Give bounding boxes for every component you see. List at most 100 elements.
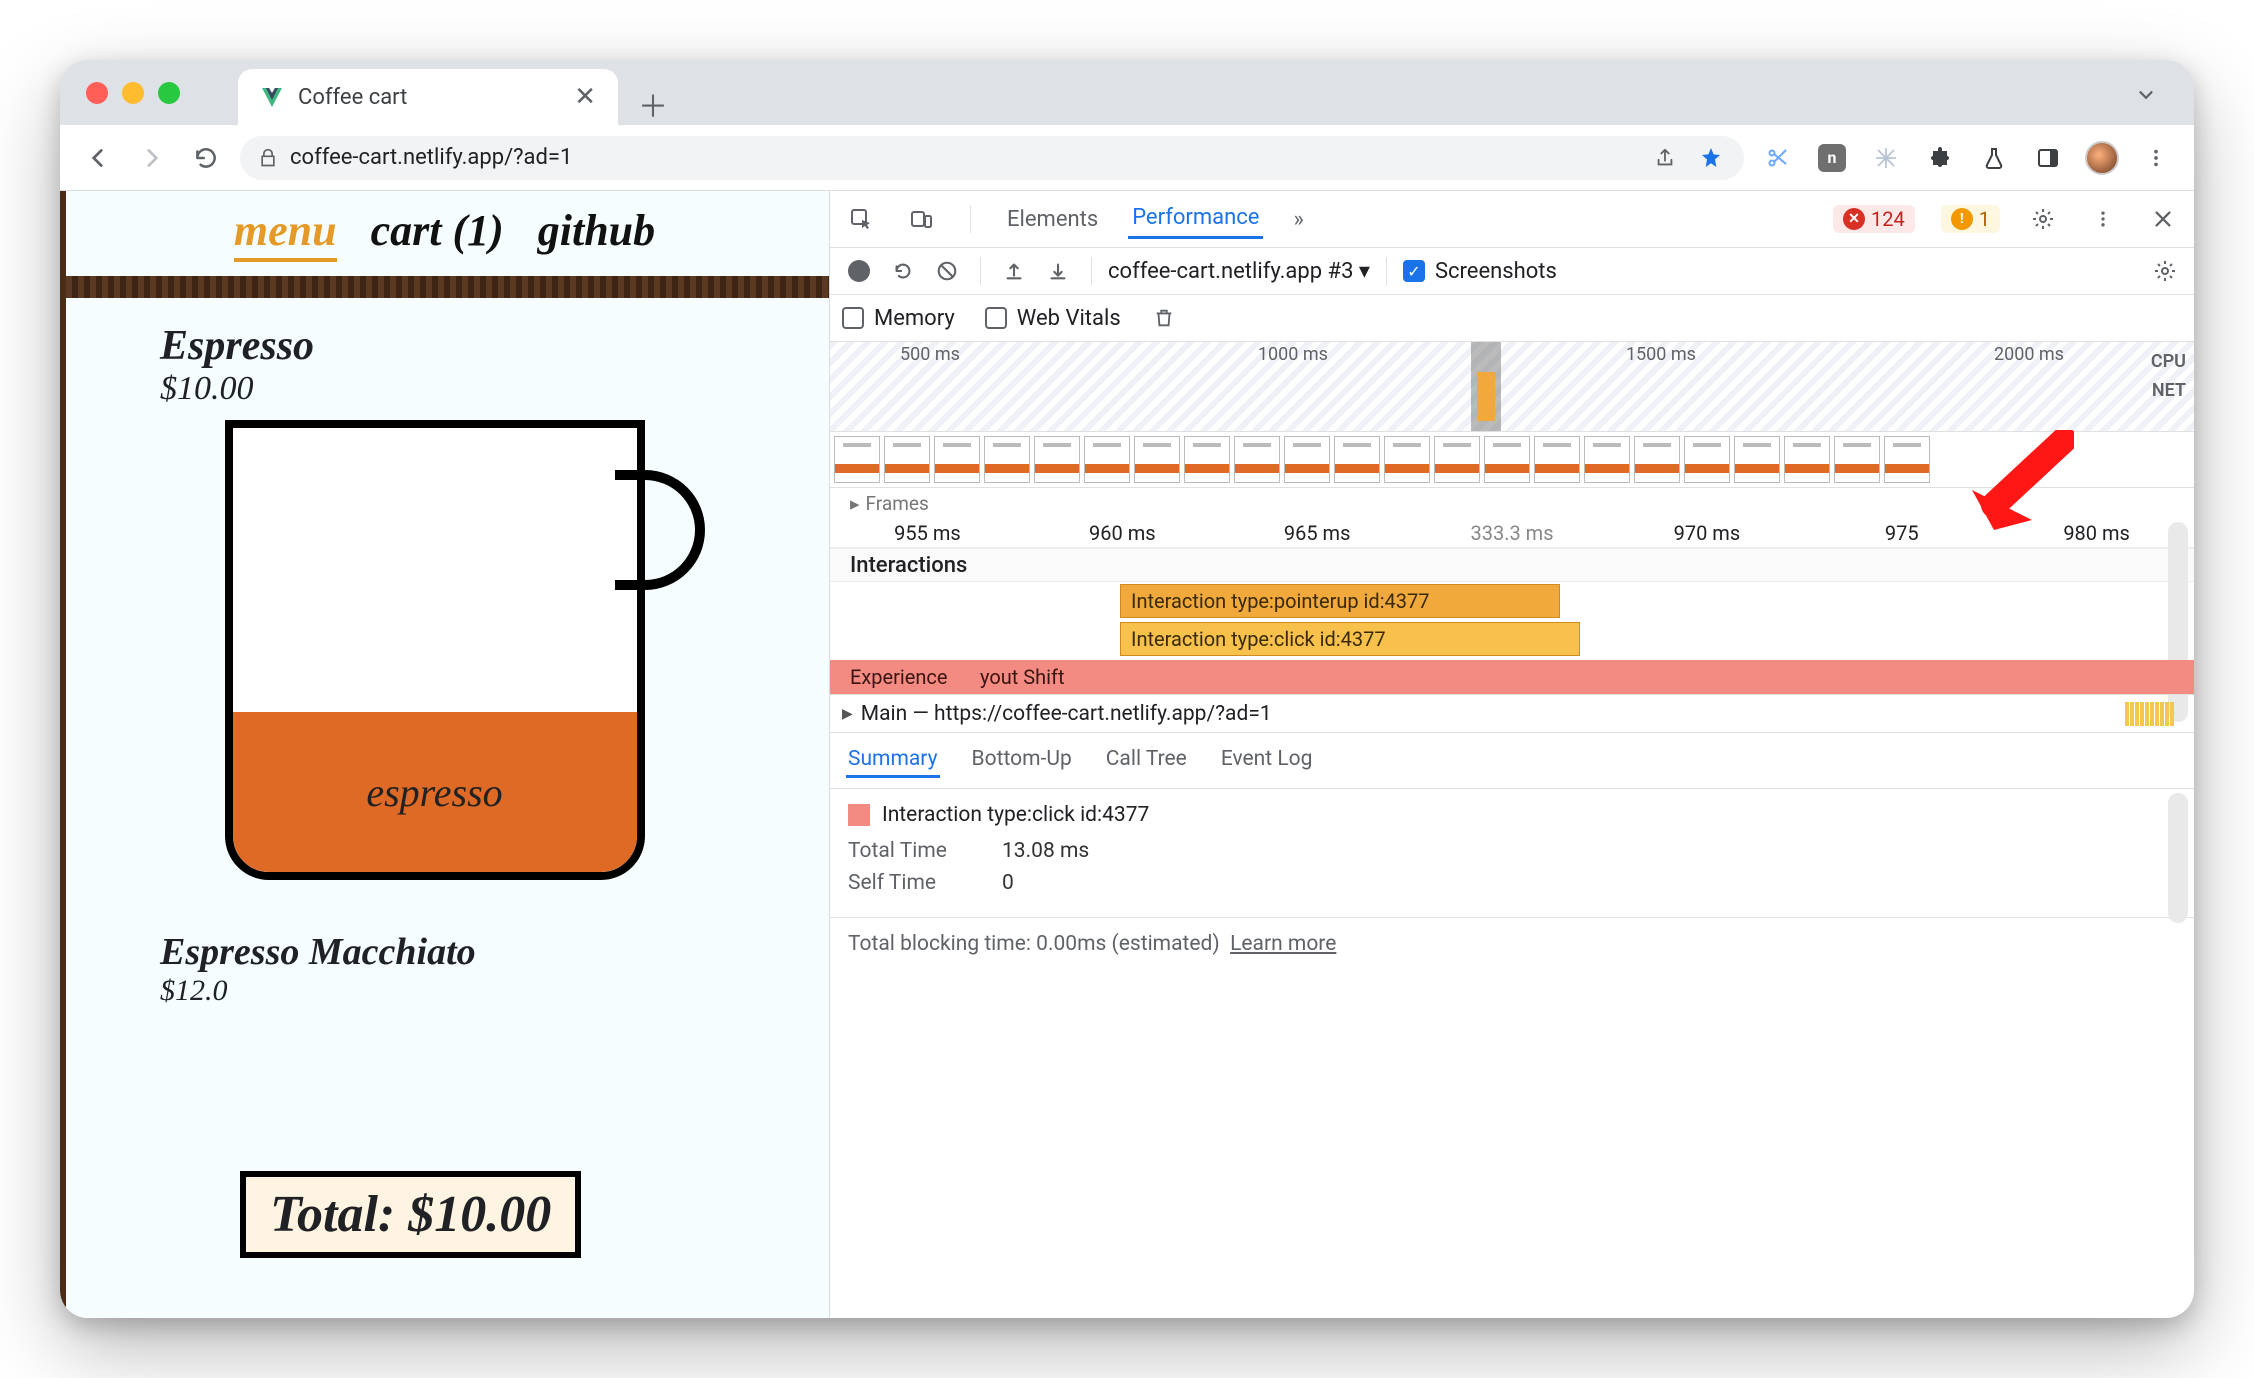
filmstrip-thumb[interactable] — [934, 436, 980, 483]
error-count-pill[interactable]: ✕124 — [1833, 205, 1915, 233]
download-icon[interactable] — [1041, 254, 1075, 288]
tab-call-tree[interactable]: Call Tree — [1104, 743, 1189, 778]
ruler-tick: 980 ms — [1999, 521, 2194, 545]
filmstrip-thumb[interactable] — [1784, 436, 1830, 483]
main-thread-row[interactable]: ▶ Main — https://coffee-cart.netlify.app… — [830, 694, 2194, 732]
filmstrip-thumb[interactable] — [1184, 436, 1230, 483]
tab-bottom-up[interactable]: Bottom-Up — [970, 743, 1074, 778]
filmstrip-thumb[interactable] — [1634, 436, 1680, 483]
back-button[interactable] — [78, 138, 118, 178]
bookmark-star-icon[interactable] — [1696, 143, 1726, 173]
flask-icon[interactable] — [1974, 138, 2014, 178]
new-tab-button[interactable]: ＋ — [632, 83, 674, 125]
filmstrip-thumb[interactable] — [1034, 436, 1080, 483]
clear-button[interactable] — [930, 254, 964, 288]
ov-tick: 500 ms — [900, 344, 960, 365]
filmstrip-thumb[interactable] — [1434, 436, 1480, 483]
filmstrip-thumb[interactable] — [1534, 436, 1580, 483]
maximize-window-icon[interactable] — [158, 82, 180, 104]
ov-cpu-label: CPU — [2151, 348, 2186, 377]
upload-icon[interactable] — [997, 254, 1031, 288]
address-bar[interactable]: coffee-cart.netlify.app/?ad=1 — [240, 136, 1744, 180]
kebab-menu-icon[interactable] — [2086, 202, 2120, 236]
forward-button[interactable] — [132, 138, 172, 178]
filmstrip-thumb[interactable] — [1734, 436, 1780, 483]
interactions-track[interactable]: Interaction type:pointerup id:4377 Inter… — [830, 582, 2194, 660]
share-icon[interactable] — [1650, 143, 1680, 173]
filmstrip-thumb[interactable] — [1334, 436, 1380, 483]
filmstrip-thumb[interactable] — [1484, 436, 1530, 483]
side-panel-icon[interactable] — [2028, 138, 2068, 178]
filmstrip-thumb[interactable] — [1134, 436, 1180, 483]
ruler-tick: 975 — [1804, 521, 1999, 545]
time-ruler: 955 ms 960 ms 965 ms 333.3 ms 970 ms 975… — [830, 518, 2194, 548]
profile-avatar[interactable] — [2082, 138, 2122, 178]
minimize-window-icon[interactable] — [122, 82, 144, 104]
product-card-2: Espresso Macchiato $12.0 — [60, 890, 829, 1008]
main-thread-label: Main — https://coffee-cart.netlify.app/?… — [861, 702, 1272, 726]
record-button[interactable] — [842, 254, 876, 288]
filmstrip-thumb[interactable] — [1584, 436, 1630, 483]
tab-summary[interactable]: Summary — [846, 743, 940, 778]
warning-count-pill[interactable]: !1 — [1941, 205, 2000, 233]
filmstrip-thumb[interactable] — [984, 436, 1030, 483]
extensions-puzzle-icon[interactable] — [1920, 138, 1960, 178]
capture-settings-icon[interactable] — [2148, 254, 2182, 288]
webvitals-checkbox[interactable]: Web Vitals — [985, 306, 1121, 331]
settings-icon[interactable] — [2026, 202, 2060, 236]
filmstrip-thumb[interactable] — [1284, 436, 1330, 483]
filmstrip-thumb[interactable] — [884, 436, 930, 483]
filmstrip-thumb[interactable] — [1384, 436, 1430, 483]
reload-button[interactable] — [186, 138, 226, 178]
cart-total-button[interactable]: Total: $10.00 — [240, 1171, 581, 1258]
overview-strip[interactable]: 500 ms 1000 ms 1500 ms 2000 ms CPU NET — [830, 342, 2194, 432]
main-mini-flames — [2125, 702, 2174, 726]
checkbox-icon — [985, 307, 1007, 329]
filmstrip-thumb[interactable] — [1234, 436, 1280, 483]
close-window-icon[interactable] — [86, 82, 108, 104]
filmstrip-thumb[interactable] — [1084, 436, 1130, 483]
nav-cart[interactable]: cart (1) — [371, 205, 504, 262]
filmstrip-thumb[interactable] — [834, 436, 880, 483]
ov-net-label: NET — [2151, 377, 2186, 406]
frames-label: Frames — [866, 492, 929, 515]
recording-dropdown[interactable]: coffee-cart.netlify.app #3 ▾ — [1108, 259, 1370, 284]
mug-illustration[interactable]: espresso — [205, 420, 685, 890]
browser-menu-icon[interactable] — [2136, 138, 2176, 178]
nav-menu[interactable]: menu — [234, 205, 337, 262]
snowflake-icon[interactable] — [1866, 138, 1906, 178]
extension-n-icon[interactable]: n — [1812, 138, 1852, 178]
learn-more-link[interactable]: Learn more — [1230, 932, 1336, 956]
reload-record-button[interactable] — [886, 254, 920, 288]
garbage-collect-icon[interactable] — [1147, 301, 1181, 335]
chevron-down-icon[interactable] — [2126, 75, 2166, 115]
scrollbar[interactable] — [2168, 793, 2188, 923]
total-time-key: Total Time — [848, 839, 978, 863]
filmstrip-thumb[interactable] — [1884, 436, 1930, 483]
tab-event-log[interactable]: Event Log — [1219, 743, 1315, 778]
close-devtools-icon[interactable] — [2146, 202, 2180, 236]
interaction-bar-pointerup[interactable]: Interaction type:pointerup id:4377 — [1120, 584, 1560, 618]
tabs-overflow-icon[interactable]: » — [1289, 201, 1307, 238]
screenshot-filmstrip[interactable] — [830, 432, 2194, 488]
memory-checkbox[interactable]: Memory — [842, 306, 955, 331]
experience-section[interactable]: Experience yout Shift — [830, 660, 2194, 694]
scissors-icon[interactable] — [1758, 138, 1798, 178]
tab-performance[interactable]: Performance — [1128, 199, 1263, 239]
nav-github[interactable]: github — [538, 205, 655, 262]
close-tab-icon[interactable]: ✕ — [574, 82, 596, 112]
interactions-section[interactable]: Interactions — [830, 548, 2194, 582]
interaction-bar-click[interactable]: Interaction type:click id:4377 — [1120, 622, 1580, 656]
screenshots-checkbox[interactable]: ✓ Screenshots — [1403, 259, 1557, 284]
device-toolbar-icon[interactable] — [904, 202, 938, 236]
inspect-element-icon[interactable] — [844, 202, 878, 236]
filmstrip-thumb[interactable] — [1834, 436, 1880, 483]
browser-tab[interactable]: Coffee cart ✕ — [238, 69, 618, 125]
tab-elements[interactable]: Elements — [1003, 201, 1102, 238]
flamechart-area[interactable]: ▸Frames 955 ms 960 ms 965 ms 333.3 ms 97… — [830, 488, 2194, 733]
expand-triangle-icon[interactable]: ▶ — [842, 706, 853, 722]
product2-price: $12.0 — [160, 974, 789, 1008]
perf-options-row: Memory Web Vitals — [830, 295, 2194, 342]
filmstrip-thumb[interactable] — [1684, 436, 1730, 483]
overview-selection[interactable] — [1471, 342, 1501, 431]
